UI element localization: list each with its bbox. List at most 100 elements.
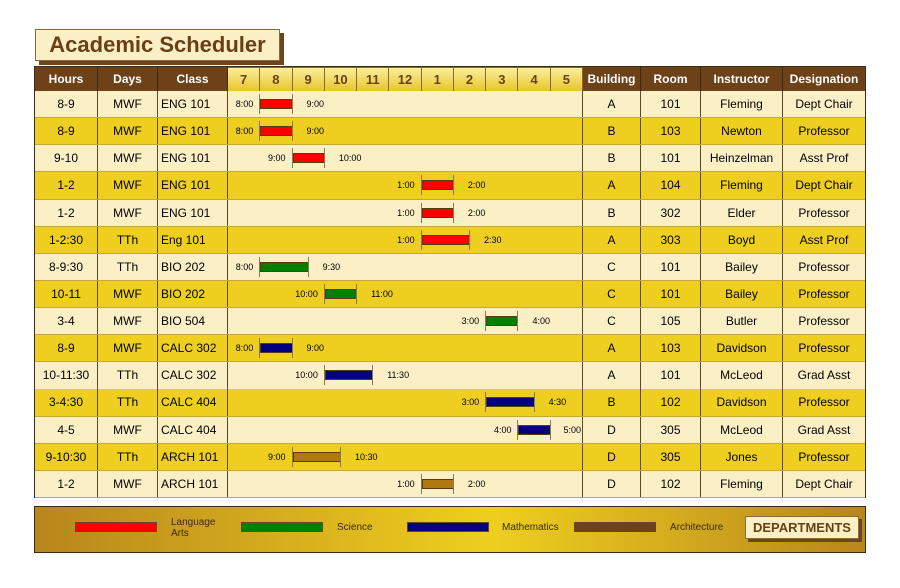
class-cell: CALC 302	[158, 335, 228, 362]
bar-tick	[259, 94, 261, 114]
header-designation[interactable]: Designation	[783, 67, 865, 91]
class-cell: ARCH 101	[158, 443, 228, 470]
header-room[interactable]: Room	[641, 67, 701, 91]
schedule-bar-architecture[interactable]	[292, 451, 341, 462]
table-row[interactable]: 1-2 MWF ENG 101 A 104 Fleming Dept Chair 1:00 2:…	[35, 172, 865, 200]
timeline-header-hour: 2	[453, 67, 487, 91]
timeline-cell: 8:00 9:30	[228, 253, 583, 280]
schedule-bar-language-arts[interactable]	[421, 234, 471, 245]
building-cell: C	[583, 280, 641, 308]
class-cell: ENG 101	[158, 145, 228, 172]
table-row[interactable]: 10-11:30 TTh CALC 302 A 101 McLeod Grad Asst 10…	[35, 362, 865, 390]
app-title-box: Academic Scheduler	[35, 29, 280, 61]
room-cell: 101	[641, 145, 701, 172]
building-cell: B	[583, 145, 641, 172]
start-time-label: 8:00	[235, 343, 254, 354]
bar-tick	[452, 473, 454, 494]
schedule-bar-language-arts[interactable]	[292, 153, 325, 164]
header-instructor[interactable]: Instructor	[701, 67, 783, 91]
hours-cell: 1-2	[35, 470, 98, 498]
instructor-cell: Davidson	[701, 389, 783, 416]
start-time-label: 1:00	[397, 180, 415, 191]
table-row[interactable]: 1-2 MWF ENG 101 B 302 Elder Professor 1:00 2:00	[35, 199, 865, 227]
table-row[interactable]: 4-5 MWF CALC 404 D 305 McLeod Grad Asst 4:00 5:0…	[35, 416, 865, 444]
designation-cell: Asst Prof	[799, 151, 849, 166]
bar-tick	[339, 446, 341, 467]
schedule-bar-mathematics[interactable]	[260, 343, 293, 354]
room-cell: 101	[641, 362, 701, 389]
instructor-cell: Bailey	[701, 253, 783, 280]
table-row[interactable]: 9-10 MWF ENG 101 B 101 Heinzelman Asst Prof 9:0…	[35, 145, 865, 173]
table-row[interactable]: 1-2:30 TTh Eng 101 A 303 Boyd Asst Prof 1:00 2:3…	[35, 226, 865, 254]
class-cell: BIO 202	[158, 253, 228, 280]
instructor-cell: McLeod	[701, 416, 783, 443]
end-time-label: 9:00	[306, 99, 325, 109]
bar-tick	[469, 229, 471, 250]
department-legend: Language Arts Science Mathematics Archit…	[34, 506, 866, 553]
legend-swatch-science	[241, 522, 323, 532]
class-cell: BIO 504	[158, 308, 228, 335]
bar-tick	[485, 311, 487, 332]
header-building[interactable]: Building	[583, 67, 641, 91]
room-cell: 303	[641, 226, 701, 253]
end-time-label: 2:00	[467, 207, 486, 218]
building-cell: A	[583, 172, 641, 199]
class-cell: CALC 302	[158, 362, 228, 389]
schedule-bar-science[interactable]	[486, 316, 519, 327]
timeline-header-hour: 12	[389, 67, 422, 91]
class-cell: ENG 101	[158, 172, 228, 199]
class-cell: Eng 101	[158, 226, 228, 253]
table-row[interactable]: 3-4:30 TTh CALC 404 B 102 Davidson Professor 3:…	[35, 389, 865, 417]
schedule-bar-mathematics[interactable]	[324, 370, 374, 381]
bar-tick	[291, 121, 293, 142]
end-time-label: 4:00	[532, 316, 550, 327]
table-row[interactable]: 1-2 MWF ARCH 101 D 102 Fleming Dept Chair 1:00 2…	[35, 470, 865, 499]
designation-cell: Dept Chair	[795, 97, 853, 111]
timeline-header-hour: 8	[260, 67, 293, 91]
end-time-label: 11:00	[371, 288, 393, 299]
table-row[interactable]: 8-9 MWF ENG 101 A 101 Fleming Dept Chair 8:00 9:…	[35, 91, 865, 119]
days-cell: TTh	[98, 362, 158, 389]
building-cell: B	[583, 389, 641, 416]
bar-tick	[420, 229, 422, 250]
schedule-bar-mathematics[interactable]	[486, 397, 535, 408]
schedule-bar-architecture[interactable]	[421, 478, 454, 489]
schedule-bar-language-arts[interactable]	[260, 99, 293, 109]
days-cell: MWF	[98, 308, 158, 335]
instructor-cell: Boyd	[701, 226, 783, 253]
schedule-bar-mathematics[interactable]	[518, 424, 551, 435]
days-cell: MWF	[98, 145, 158, 172]
room-cell: 305	[641, 416, 701, 443]
schedule-bar-language-arts[interactable]	[260, 126, 293, 137]
bar-tick	[420, 202, 422, 223]
table-row[interactable]: 8-9 MWF CALC 302 A 103 Davidson Professor 8:00 9…	[35, 335, 865, 363]
timeline-header-hour: 5	[550, 67, 583, 91]
bar-tick	[323, 148, 325, 169]
days-cell: MWF	[98, 199, 158, 226]
bar-tick	[259, 256, 261, 277]
schedule-bar-language-arts[interactable]	[421, 180, 454, 191]
designation-cell: Professor	[798, 286, 850, 301]
table-row[interactable]: 9-10:30 TTh ARCH 101 D 305 Jones Professor 9:00…	[35, 443, 865, 471]
table-row[interactable]: 8-9:30 TTh BIO 202 C 101 Bailey Professor 8:00 9…	[35, 253, 865, 281]
schedule-bar-language-arts[interactable]	[421, 207, 454, 218]
schedule-bar-science[interactable]	[324, 288, 358, 299]
designation-cell: Professor	[798, 205, 850, 220]
days-cell: TTh	[98, 389, 158, 416]
header-class[interactable]: Class	[158, 67, 228, 91]
schedule-bar-science[interactable]	[260, 261, 309, 272]
header-hours[interactable]: Hours	[35, 67, 98, 91]
table-row[interactable]: 10-11 MWF BIO 202 C 101 Bailey Professor 10:00 1…	[35, 280, 865, 309]
header-days[interactable]: Days	[98, 67, 158, 91]
bar-tick	[372, 365, 374, 386]
instructor-cell: McLeod	[701, 362, 783, 389]
designation-cell: Grad Asst	[797, 368, 851, 383]
hours-cell: 3-4:30	[35, 389, 98, 416]
hours-cell: 10-11	[35, 280, 98, 308]
legend-label-language-arts: Language Arts	[171, 517, 216, 539]
timeline-header-hour: 4	[518, 67, 551, 91]
timeline-cell: 3:00 4:30	[228, 389, 583, 416]
table-row[interactable]: 8-9 MWF ENG 101 B 103 Newton Professor 8:00 9:00	[35, 118, 865, 146]
building-cell: A	[583, 335, 641, 362]
table-row[interactable]: 3-4 MWF BIO 504 C 105 Butler Professor 3:00 4:00	[35, 308, 865, 336]
